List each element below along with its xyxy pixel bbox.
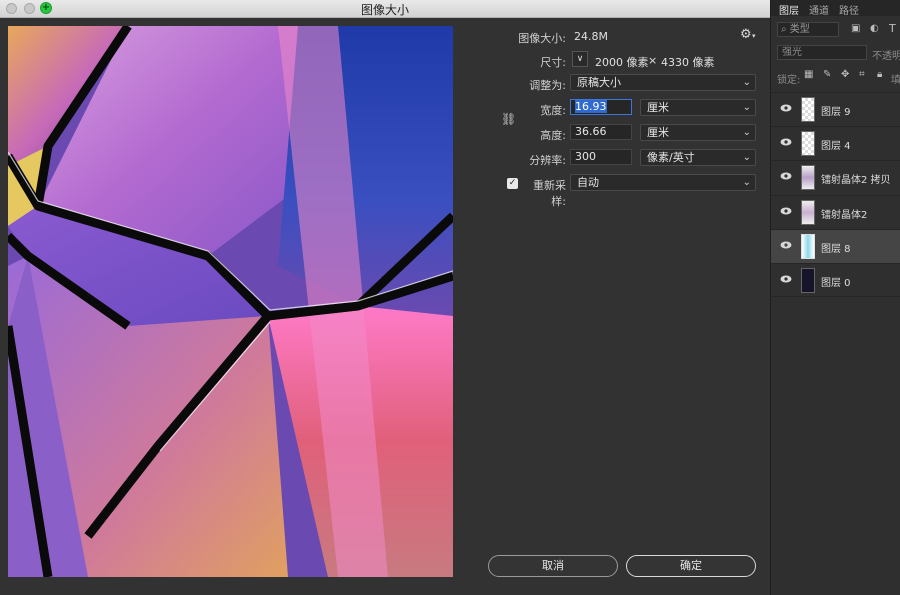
chevron-down-icon: ⌄ — [742, 127, 751, 138]
dimensions-width: 2000 像素 — [595, 56, 649, 69]
gear-icon[interactable]: ⚙ — [740, 27, 752, 42]
height-input[interactable]: 36.66 — [570, 124, 632, 140]
visibility-eye-icon[interactable] — [780, 241, 792, 249]
lock-transparent-icon[interactable]: ▦ — [804, 69, 813, 80]
dimensions-times: × — [648, 54, 658, 67]
layer-name: 图层 0 — [821, 278, 851, 289]
image-size-value: 24.8M — [574, 30, 608, 43]
height-value: 36.66 — [575, 125, 607, 138]
image-size-dialog: + 图像大小 图像大小: 24.8M ⚙ ▾ 尺寸: ∨ 2000 像素 × 4… — [0, 0, 770, 595]
blend-mode-select[interactable]: 强光 — [777, 45, 867, 60]
tab-paths[interactable]: 路径 — [839, 2, 859, 17]
resample-label: 重新采样: — [533, 179, 566, 208]
layer-thumbnail — [801, 131, 815, 156]
dimensions-dropdown-toggle[interactable]: ∨ — [572, 51, 588, 67]
width-label: 宽度: — [540, 104, 566, 117]
dimensions-height: 4330 像素 — [661, 56, 715, 69]
resolution-unit-value: 像素/英寸 — [647, 151, 695, 164]
resample-value: 自动 — [577, 176, 599, 189]
chevron-down-icon: ⌄ — [742, 102, 751, 113]
layer-filter-select[interactable]: ⌕ 类型 — [777, 22, 839, 37]
image-filter-icon[interactable]: ▣ — [851, 23, 860, 34]
fill-label: 填 — [891, 75, 900, 86]
fit-to-label: 调整为: — [529, 79, 566, 92]
search-icon: ⌕ — [781, 24, 787, 35]
opacity-label: 不透明 — [872, 51, 900, 62]
layer-name: 镭射晶体2 拷贝 — [821, 175, 891, 186]
layer-thumbnail — [801, 165, 815, 190]
tab-layers[interactable]: 图层 — [779, 2, 799, 17]
panel-tabs: 图层 通道 路径 — [771, 0, 900, 17]
tab-channels[interactable]: 通道 — [809, 2, 829, 17]
title-bar: + 图像大小 — [0, 0, 770, 18]
lock-move-icon[interactable]: ✥ — [841, 69, 849, 80]
chevron-down-icon: ⌄ — [742, 177, 751, 188]
layer-thumbnail — [801, 97, 815, 122]
ok-button[interactable]: 确定 — [626, 555, 756, 577]
layer-row[interactable]: 图层 9 — [771, 92, 900, 126]
layer-row[interactable]: 图层 0 — [771, 263, 900, 297]
height-label: 高度: — [540, 129, 566, 142]
layer-name: 镭射晶体2 — [821, 210, 868, 221]
visibility-eye-icon[interactable] — [780, 104, 792, 112]
cancel-button[interactable]: 取消 — [488, 555, 618, 577]
width-unit-value: 厘米 — [647, 101, 669, 114]
fit-to-value: 原稿大小 — [577, 76, 621, 89]
image-size-label: 图像大小: — [518, 32, 566, 45]
resolution-input[interactable]: 300 — [570, 149, 632, 165]
layers-panel: 图层 通道 路径 ⌕ 类型 ▣ ◐ T 强光 不透明 锁定: ▦ ✎ ✥ ⌗ 🔒… — [770, 0, 900, 595]
lock-brush-icon[interactable]: ✎ — [823, 69, 831, 80]
lock-artboard-icon[interactable]: ⌗ — [859, 69, 865, 80]
layer-row[interactable]: 图层 4 — [771, 126, 900, 160]
visibility-eye-icon[interactable] — [780, 207, 792, 215]
width-unit-select[interactable]: 厘米 ⌄ — [640, 99, 756, 116]
layer-name: 图层 4 — [821, 141, 851, 152]
image-preview[interactable] — [8, 26, 453, 577]
chevron-down-icon: ▾ — [752, 32, 756, 40]
type-filter-icon[interactable]: T — [889, 22, 896, 35]
layer-thumbnail — [801, 268, 815, 293]
layer-name: 图层 9 — [821, 107, 851, 118]
fit-to-select[interactable]: 原稿大小 ⌄ — [570, 74, 756, 91]
chevron-down-icon: ∨ — [576, 54, 584, 64]
layer-thumbnail — [801, 234, 815, 259]
height-unit-select[interactable]: 厘米 ⌄ — [640, 124, 756, 141]
width-input[interactable]: 16.93 — [570, 99, 632, 115]
chevron-down-icon: ⌄ — [742, 152, 751, 163]
preview-artwork — [8, 26, 453, 577]
layer-row[interactable]: 镭射晶体2 — [771, 195, 900, 229]
layer-name: 图层 8 — [821, 244, 851, 255]
window-title: 图像大小 — [360, 3, 409, 17]
visibility-eye-icon[interactable] — [780, 172, 792, 180]
layer-filter-placeholder: 类型 — [789, 24, 810, 35]
checkmark-icon: ✓ — [508, 178, 517, 188]
lock-label: 锁定: — [777, 75, 801, 86]
resolution-label: 分辨率: — [529, 154, 566, 167]
width-value: 16.93 — [575, 100, 607, 113]
lock-all-icon[interactable]: 🔒︎ — [877, 69, 882, 80]
visibility-eye-icon[interactable] — [780, 275, 792, 283]
resample-checkbox[interactable]: ✓ — [507, 178, 518, 189]
resolution-value: 300 — [575, 150, 596, 163]
blend-mode-value: 强光 — [782, 47, 802, 58]
height-unit-value: 厘米 — [647, 126, 669, 139]
layer-thumbnail — [801, 200, 815, 225]
resolution-unit-select[interactable]: 像素/英寸 ⌄ — [640, 149, 756, 166]
layer-row[interactable]: 镭射晶体2 拷贝 — [771, 160, 900, 195]
layer-row-selected[interactable]: 图层 8 — [771, 229, 900, 263]
visibility-eye-icon[interactable] — [780, 138, 792, 146]
dimensions-label: 尺寸: — [540, 56, 566, 69]
adjustment-filter-icon[interactable]: ◐ — [870, 23, 879, 34]
chevron-down-icon: ⌄ — [742, 77, 751, 88]
resample-select[interactable]: 自动 ⌄ — [570, 174, 756, 191]
